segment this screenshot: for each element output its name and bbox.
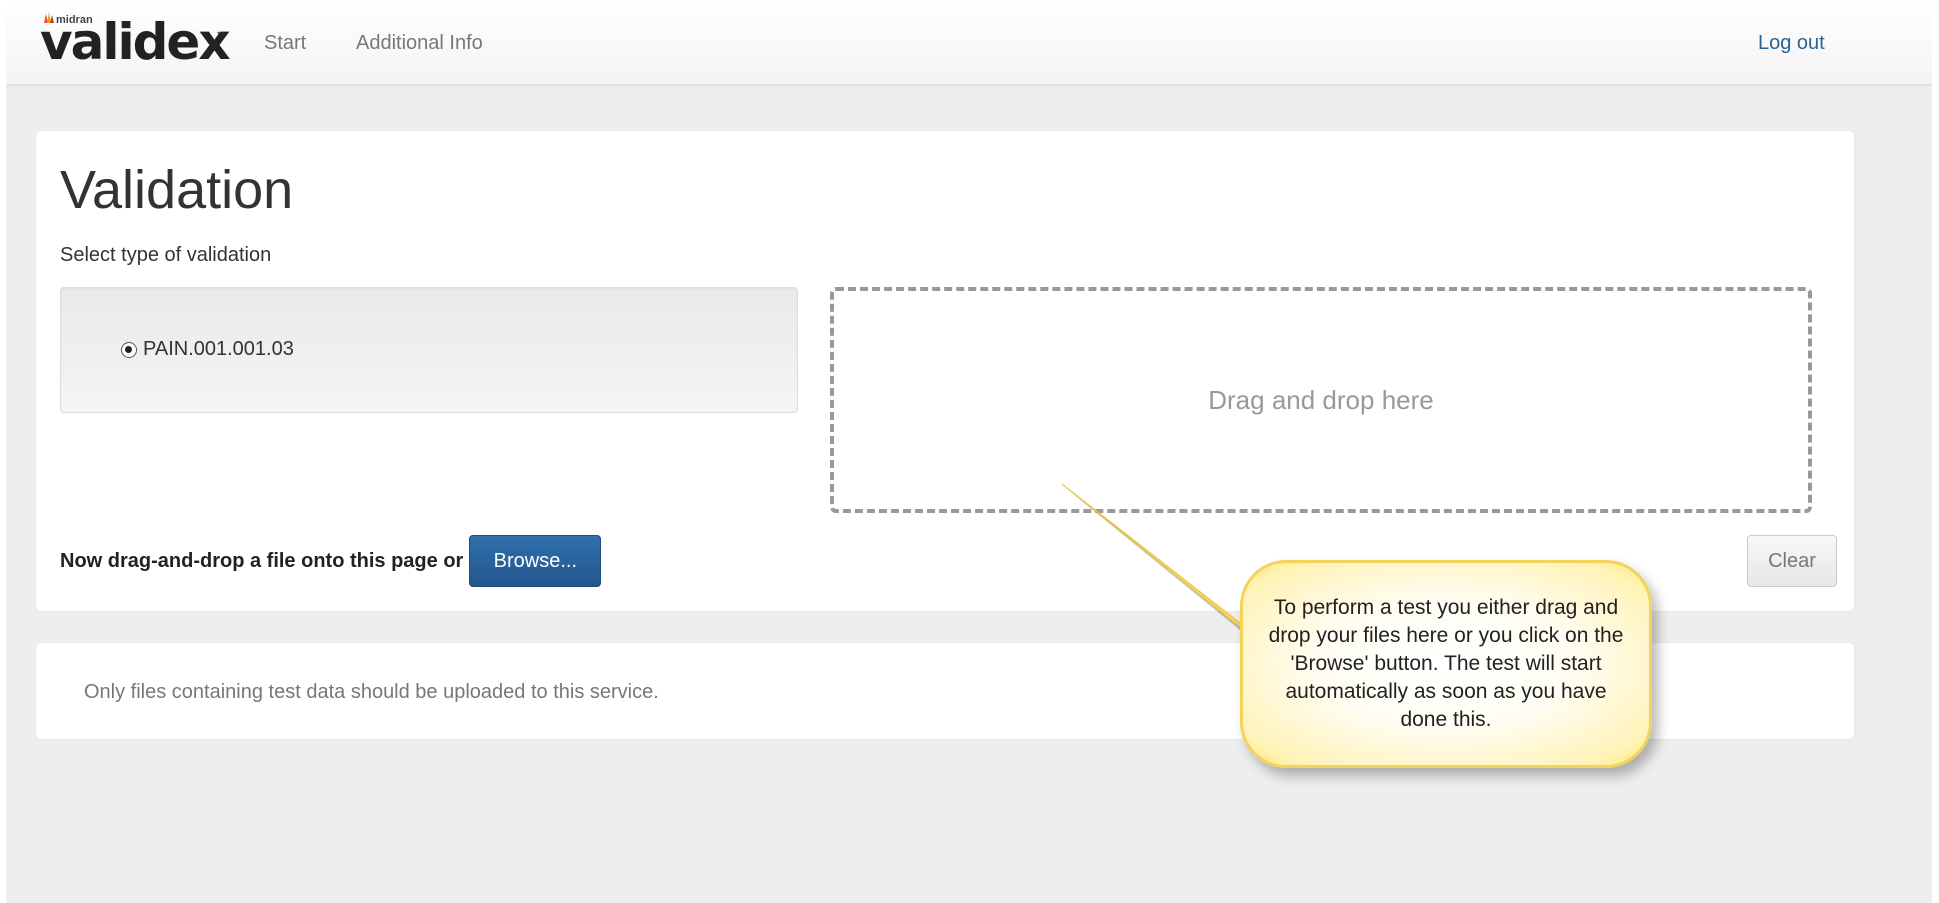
radio-button-selected[interactable] (121, 341, 137, 358)
clear-button[interactable]: Clear (1747, 535, 1837, 587)
top-navbar: midran validex ™ Start Additional Info L… (6, 0, 1932, 85)
app-window: midran validex ™ Start Additional Info L… (6, 0, 1932, 903)
logout-link[interactable]: Log out (1758, 32, 1825, 55)
browse-button[interactable]: Browse... (469, 535, 602, 587)
brand-product: validex (40, 13, 231, 71)
select-type-label: Select type of validation (60, 244, 272, 266)
radio-option-label: PAIN.001.001.03 (143, 338, 294, 360)
brand-trademark: ™ (216, 30, 225, 40)
radio-option-pain-001[interactable]: PAIN.001.001.03 (121, 338, 294, 361)
nav-start-link[interactable]: Start (264, 32, 306, 55)
help-callout: To perform a test you either drag and dr… (1240, 560, 1652, 768)
page-title: Validation (60, 160, 294, 220)
nav-additional-info-link[interactable]: Additional Info (356, 32, 483, 55)
callout-text: To perform a test you either drag and dr… (1268, 596, 1624, 731)
upload-prompt: Now drag-and-drop a file onto this page … (60, 549, 464, 572)
file-dropzone[interactable]: Drag and drop here (830, 287, 1812, 513)
window-edge (1932, 0, 1939, 903)
validation-type-options: PAIN.001.001.03 (60, 287, 798, 413)
brand-logo[interactable]: midran validex ™ (40, 8, 231, 71)
dropzone-text: Drag and drop here (1208, 384, 1434, 415)
upload-row: Now drag-and-drop a file onto this page … (60, 535, 602, 587)
validation-panel: Validation Select type of validation PAI… (36, 131, 1854, 611)
test-data-notice: Only files containing test data should b… (84, 681, 659, 703)
